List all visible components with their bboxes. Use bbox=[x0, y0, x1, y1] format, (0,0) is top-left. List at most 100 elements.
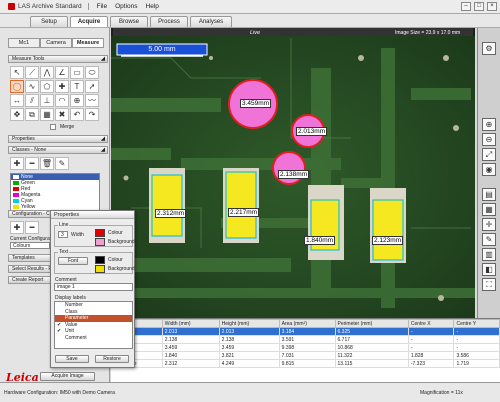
line-background-swatch[interactable] bbox=[95, 238, 105, 246]
measurement-label[interactable]: 3.459mm bbox=[240, 99, 272, 108]
copy-tool-icon[interactable]: ⧉ bbox=[25, 108, 39, 121]
table-row[interactable]: Circle2.1382.1383.5916.717-- bbox=[111, 335, 500, 344]
column-header[interactable]: Width (mm) bbox=[161, 319, 220, 328]
collapse-icon[interactable]: ◢ bbox=[101, 56, 105, 63]
annotation-icon[interactable]: ✎ bbox=[482, 233, 496, 246]
display-label-item[interactable]: Comment bbox=[55, 335, 132, 342]
minimize-button[interactable]: – bbox=[461, 2, 471, 11]
restore-button[interactable]: Restore bbox=[95, 355, 129, 363]
polygon-tool-icon[interactable]: ⬠ bbox=[40, 80, 54, 93]
acquire-image-button[interactable]: Acquire Image bbox=[40, 372, 95, 381]
table-row[interactable]: Circle3.4593.4599.39810.868-- bbox=[111, 343, 500, 352]
collapse-icon[interactable]: ◢ bbox=[101, 136, 105, 143]
circle-tool-icon[interactable]: ◯ bbox=[10, 80, 24, 93]
polyline-tool-icon[interactable]: ⋀ bbox=[40, 66, 54, 79]
distance-tool-icon[interactable]: ↔ bbox=[10, 94, 24, 107]
measurement-label[interactable]: 2.123mm bbox=[372, 236, 404, 245]
measurement-label[interactable]: 2.138mm bbox=[278, 170, 310, 179]
measurement-label[interactable]: 2.013mm bbox=[296, 127, 328, 136]
table-row[interactable]: Circle2.0132.0133.1846.325-- bbox=[111, 327, 500, 336]
histogram-icon[interactable]: ▥ bbox=[482, 248, 496, 261]
table-row[interactable]: angle1.8403.8217.03111.3221.8283.586 bbox=[111, 351, 500, 360]
subtab-camera[interactable]: Camera bbox=[40, 38, 72, 48]
remove-class-icon[interactable]: ━ bbox=[25, 157, 39, 170]
rectangle-tool-icon[interactable]: ▭ bbox=[70, 66, 84, 79]
table-cell: 3.591 bbox=[278, 335, 336, 344]
parallel-tool-icon[interactable]: ⫽ bbox=[25, 94, 39, 107]
measurement-label[interactable]: 1.840mm bbox=[304, 236, 336, 245]
zoom-out-icon[interactable]: ⊖ bbox=[482, 133, 496, 146]
move-tool-icon[interactable]: ✥ bbox=[10, 108, 24, 121]
add-configuration-icon[interactable]: ✚ bbox=[10, 221, 24, 234]
angle-tool-icon[interactable]: ∠ bbox=[55, 66, 69, 79]
line-colour-swatch[interactable] bbox=[95, 229, 105, 237]
arc-tool-icon[interactable]: ◠ bbox=[55, 94, 69, 107]
text-background-swatch[interactable] bbox=[95, 265, 105, 273]
table-row[interactable]: Rectangle2.3124.2499.81513.115-7.3231.71… bbox=[111, 359, 500, 368]
display-labels-list[interactable]: Number Class Parameter ✔ Value ✔ Unit Comment bbox=[54, 301, 133, 349]
line-tool-icon[interactable]: ⟋ bbox=[25, 66, 39, 79]
count-tool-icon[interactable]: ✚ bbox=[55, 80, 69, 93]
column-header[interactable]: Centre X bbox=[407, 319, 455, 328]
centre-tool-icon[interactable]: ⊕ bbox=[70, 94, 84, 107]
pointer-tool-icon[interactable]: ↖ bbox=[10, 66, 24, 79]
delete-tool-icon[interactable]: ✖ bbox=[55, 108, 69, 121]
measurement-label[interactable]: 2.217mm bbox=[228, 208, 260, 217]
undo-tool-icon[interactable]: ↶ bbox=[70, 108, 84, 121]
column-header[interactable]: Centre Y bbox=[453, 319, 500, 328]
close-button[interactable]: × bbox=[487, 2, 497, 11]
tab-acquire[interactable]: Acquire bbox=[70, 16, 108, 27]
remove-configuration-icon[interactable]: ━ bbox=[25, 221, 39, 234]
grid-overlay-icon[interactable]: ▦ bbox=[482, 203, 496, 216]
table-cell: 2.138 bbox=[218, 335, 280, 344]
zoom-actual-icon[interactable]: ◉ bbox=[482, 163, 496, 176]
spline-tool-icon[interactable]: 〰 bbox=[85, 94, 99, 107]
zoom-in-icon[interactable]: ⊕ bbox=[482, 118, 496, 131]
current-configuration-select[interactable]: Colours bbox=[10, 242, 50, 249]
text-tool-icon[interactable]: T bbox=[70, 80, 84, 93]
freehand-tool-icon[interactable]: ∿ bbox=[25, 80, 39, 93]
arrow-tool-icon[interactable]: ➚ bbox=[85, 80, 99, 93]
settings-icon[interactable]: ⚙ bbox=[482, 42, 496, 55]
subtab-measure[interactable]: Measure bbox=[72, 38, 104, 48]
subtab-mc1[interactable]: Mc1 bbox=[8, 38, 40, 48]
overlay-icon[interactable]: ▤ bbox=[482, 188, 496, 201]
column-header[interactable]: Area (mm²) bbox=[278, 319, 336, 328]
maximize-button[interactable]: □ bbox=[474, 2, 484, 11]
ellipse-tool-icon[interactable]: ⬭ bbox=[85, 66, 99, 79]
merge-checkbox[interactable] bbox=[50, 124, 56, 130]
menu-help[interactable]: Help bbox=[146, 3, 159, 10]
line-width-input[interactable]: 3 bbox=[58, 231, 68, 238]
results-table-area: Width (mm) Height (mm) Area (mm²) Perimeter… bbox=[111, 318, 500, 382]
tab-browse[interactable]: Browse bbox=[110, 16, 148, 27]
classes-header[interactable]: Classes - None ◢ bbox=[8, 146, 108, 154]
crosshair-icon[interactable]: ✛ bbox=[482, 218, 496, 231]
perpendicular-tool-icon[interactable]: ⊥ bbox=[40, 94, 54, 107]
measure-tools-header[interactable]: Measure Tools ◢ bbox=[8, 55, 108, 63]
collapse-icon[interactable]: ◢ bbox=[101, 147, 105, 154]
edit-class-icon[interactable]: ✎ bbox=[55, 157, 69, 170]
column-header[interactable]: Height (mm) bbox=[218, 319, 280, 328]
properties-header[interactable]: Properties ◢ bbox=[8, 135, 108, 143]
menu-options[interactable]: Options bbox=[115, 3, 137, 10]
tab-analyses[interactable]: Analyses bbox=[190, 16, 232, 27]
fullscreen-icon[interactable]: ⛶ bbox=[482, 278, 496, 291]
line-colour-label: Colour bbox=[108, 230, 123, 236]
tab-process[interactable]: Process bbox=[150, 16, 188, 27]
capture-icon[interactable]: ◧ bbox=[482, 263, 496, 276]
zoom-fit-icon[interactable]: ⤢ bbox=[482, 148, 496, 161]
class-tools: ✚ ━ 🗑 ✎ bbox=[10, 157, 69, 170]
classes-list[interactable]: None Green Red Magenta Cyan Yellow bbox=[10, 173, 100, 211]
column-header[interactable]: Perimeter (mm) bbox=[334, 319, 409, 328]
menu-file[interactable]: File bbox=[97, 3, 107, 10]
tab-setup[interactable]: Setup bbox=[30, 16, 68, 27]
redo-tool-icon[interactable]: ↷ bbox=[85, 108, 99, 121]
font-button[interactable]: Font bbox=[58, 257, 88, 265]
add-class-icon[interactable]: ✚ bbox=[10, 157, 24, 170]
measurement-label[interactable]: 2.312mm bbox=[155, 209, 187, 218]
grid-tool-icon[interactable]: ▦ bbox=[40, 108, 54, 121]
text-colour-swatch[interactable] bbox=[95, 256, 105, 264]
comment-input[interactable]: image 1 bbox=[54, 283, 133, 291]
save-button[interactable]: Save bbox=[55, 355, 89, 363]
delete-class-icon[interactable]: 🗑 bbox=[40, 157, 54, 170]
